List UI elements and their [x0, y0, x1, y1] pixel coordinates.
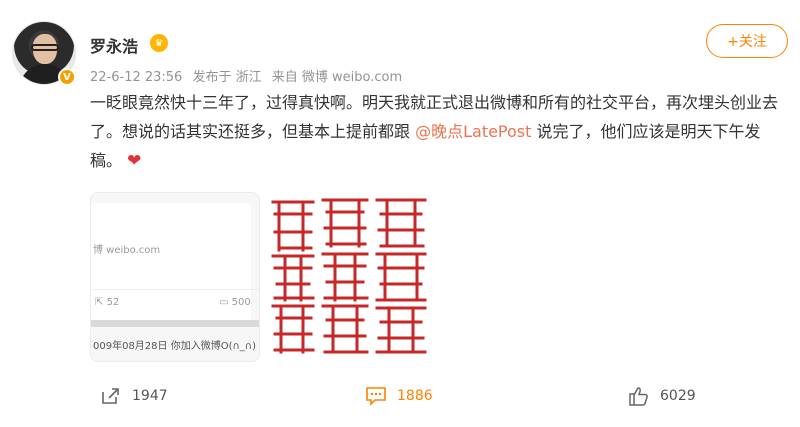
- comment-count: 1886: [397, 388, 433, 404]
- red-seal-stamp-image: [271, 198, 427, 354]
- post-text: 一眨眼竟然快十三年了，过得真快啊。明天我就正式退出微博和所有的社交平台，再次埋头…: [90, 88, 780, 176]
- repost-count: 1947: [132, 388, 168, 404]
- action-bar: 1947 1886 6029: [0, 385, 800, 415]
- post-location: 发布于 浙江: [192, 70, 262, 85]
- post-meta: 22-6-12 23:56 发布于 浙江 来自 微博 weibo.com: [90, 66, 408, 85]
- post-source: 来自 微博 weibo.com: [271, 70, 403, 85]
- thumb-url-text: 博 weibo.com: [93, 245, 161, 256]
- comment-button[interactable]: 1886: [365, 385, 433, 407]
- post-time[interactable]: 22-6-12 23:56: [90, 70, 182, 85]
- repost-icon: [100, 385, 122, 407]
- thumb-caption: 009年08月28日 你加入微博O(∩_∩): [93, 341, 257, 352]
- like-button[interactable]: 6029: [628, 385, 696, 407]
- mention-link[interactable]: @晚点LatePost: [415, 122, 531, 141]
- follow-button[interactable]: +关注: [706, 24, 788, 58]
- image-thumbnail-weibo-screenshot[interactable]: 博 weibo.com ⇱ 52 ▭ 500 009年08月28日 你加入微博O…: [90, 192, 260, 362]
- thumbs-up-icon: [628, 385, 650, 407]
- heart-emoji-icon: ❤: [127, 151, 142, 171]
- like-count: 6029: [660, 388, 696, 404]
- image-thumbnail-seal[interactable]: [265, 192, 435, 362]
- thumb-repost-count: ⇱ 52: [95, 297, 120, 308]
- comment-icon: [365, 385, 387, 407]
- thumb-bar: [91, 320, 259, 327]
- thumb-comment-count: ▭ 500: [219, 297, 251, 308]
- crown-icon: ♛: [150, 34, 168, 52]
- thumb-divider: [91, 289, 259, 290]
- avatar-glasses: [31, 44, 59, 51]
- username[interactable]: 罗永浩: [90, 33, 138, 57]
- v-badge-icon: V: [58, 68, 76, 86]
- repost-button[interactable]: 1947: [100, 385, 168, 407]
